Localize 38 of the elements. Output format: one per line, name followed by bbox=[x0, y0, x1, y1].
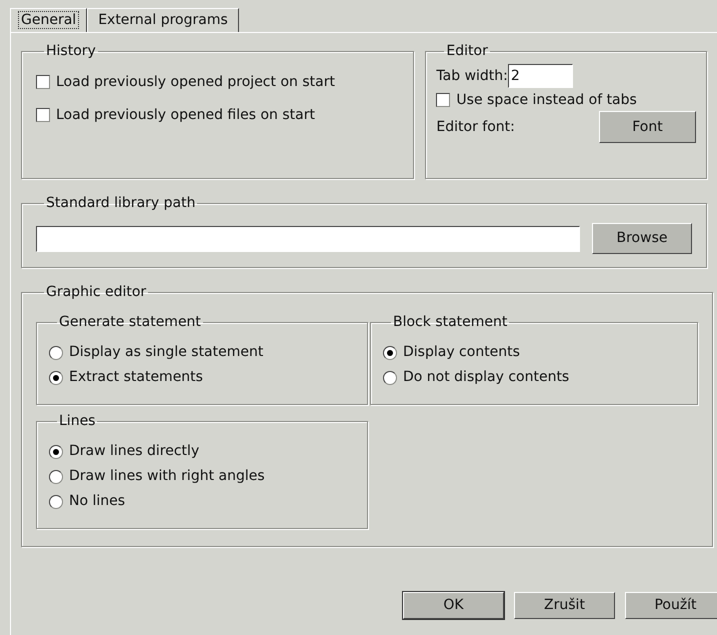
checkbox[interactable] bbox=[436, 93, 450, 107]
checkbox-label: Load previously opened project on start bbox=[56, 72, 335, 92]
radio-label: Do not display contents bbox=[403, 368, 570, 387]
radio-button[interactable] bbox=[49, 370, 63, 384]
radio-button[interactable] bbox=[49, 494, 63, 508]
group-title: Standard library path bbox=[45, 195, 196, 211]
group-title: Editor bbox=[445, 43, 489, 59]
checkbox[interactable] bbox=[36, 108, 50, 122]
push-button[interactable]: OK bbox=[403, 592, 504, 619]
radio-button[interactable] bbox=[383, 346, 397, 360]
radio-label: Draw lines with right angles bbox=[69, 467, 265, 486]
field-label: Tab width: bbox=[436, 66, 508, 86]
radio-label: Extract statements bbox=[69, 368, 203, 387]
radio-button[interactable] bbox=[49, 444, 63, 458]
tab[interactable]: External programs bbox=[87, 8, 239, 32]
radio-label: No lines bbox=[69, 492, 126, 511]
radio-label: Draw lines directly bbox=[69, 442, 200, 461]
radio-label: Display contents bbox=[403, 343, 520, 362]
push-button[interactable]: Font bbox=[599, 111, 696, 143]
radio-button[interactable] bbox=[383, 370, 397, 384]
radio-button[interactable] bbox=[49, 346, 63, 360]
group-title: History bbox=[45, 43, 97, 59]
push-button[interactable]: Použít bbox=[625, 592, 717, 619]
push-button[interactable]: Browse bbox=[592, 223, 692, 254]
checkbox[interactable] bbox=[36, 75, 50, 89]
radio-label: Display as single statement bbox=[69, 343, 264, 362]
group-title: Graphic editor bbox=[45, 284, 148, 300]
group-title: Block statement bbox=[392, 314, 508, 330]
tab-width-field[interactable]: 2 bbox=[508, 64, 573, 88]
group-title: Lines bbox=[58, 413, 96, 429]
group-title: Generate statement bbox=[58, 314, 202, 330]
radio-button[interactable] bbox=[49, 470, 63, 484]
checkbox-label: Use space instead of tabs bbox=[456, 90, 637, 110]
push-button[interactable]: Zrušit bbox=[514, 592, 615, 619]
field-label: Editor font: bbox=[436, 118, 515, 136]
checkbox-label: Load previously opened files on start bbox=[56, 106, 315, 124]
tab[interactable]: General bbox=[10, 8, 88, 32]
path-field[interactable] bbox=[36, 226, 580, 252]
